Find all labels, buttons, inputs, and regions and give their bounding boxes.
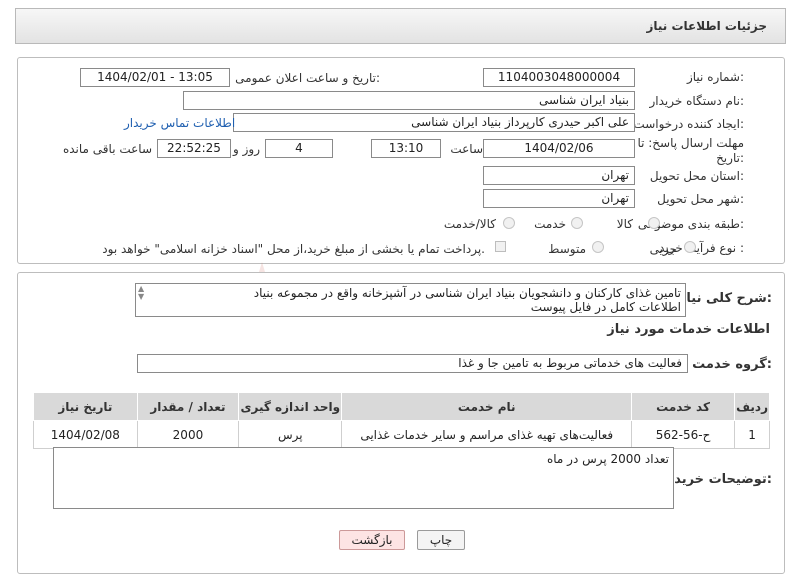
city-field[interactable]: تهران — [483, 189, 635, 208]
back-button[interactable]: بازگشت — [339, 530, 405, 550]
announce-datetime-field[interactable]: 1404/02/01 - 13:05 — [80, 68, 230, 87]
treasury-payment-note: پرداخت تمام یا بخشی از مبلغ خرید،از محل … — [102, 242, 485, 256]
remaining-days-label: روز و — [233, 142, 260, 156]
remaining-time-label: ساعت باقی مانده — [62, 142, 152, 156]
description-line-2: اطلاعات کامل در فایل پیوست — [530, 300, 681, 314]
buyer-org-field[interactable]: بنیاد ایران شناسی — [183, 91, 635, 110]
service-group-field[interactable]: فعالیت های خدماتی مربوط به تامین جا و غذ… — [137, 354, 688, 373]
buyer-notes-text: تعداد 2000 پرس در ماه — [546, 452, 669, 466]
scroll-arrows-icon[interactable]: ▲ ▼ — [138, 285, 144, 301]
purchase-minor-radio[interactable] — [684, 241, 696, 253]
category-service-label: خدمت — [534, 217, 566, 231]
cell-row: 1 — [734, 420, 770, 449]
need-number-label: شماره نیاز: — [686, 70, 744, 84]
need-number-field[interactable]: 1104003048000004 — [483, 68, 635, 87]
service-group-label: گروه خدمت: — [692, 357, 772, 372]
cell-code: ح-56-562 — [630, 420, 736, 449]
city-label: شهر محل تحویل: — [657, 192, 744, 206]
category-goods-service-radio[interactable] — [503, 217, 515, 229]
print-button[interactable]: چاپ — [417, 530, 465, 550]
creator-label: ایجاد کننده درخواست: — [633, 117, 744, 131]
purchase-medium-radio[interactable] — [592, 241, 604, 253]
description-label: شرح کلی نیاز: — [678, 291, 772, 306]
col-date-header: تاریخ نیاز — [33, 392, 138, 421]
description-textarea[interactable]: ▲ ▼ تامین غذای کارکنان و دانشجویان بنیاد … — [135, 283, 686, 317]
services-table: ردیف کد خدمت نام خدمت واحد اندازه گیری ت… — [33, 392, 770, 449]
category-service-radio[interactable] — [571, 217, 583, 229]
deadline-time-label: ساعت — [450, 142, 483, 156]
description-line-1: تامین غذای کارکنان و دانشجویان بنیاد ایر… — [253, 286, 681, 300]
announce-datetime-label: تاریخ و ساعت اعلان عمومی: — [235, 71, 380, 85]
category-goods-service-label: کالا/خدمت — [443, 217, 496, 231]
treasury-payment-checkbox[interactable] — [495, 241, 506, 252]
deadline-time-field[interactable]: 13:10 — [371, 139, 441, 158]
col-name-header: نام خدمت — [341, 392, 632, 421]
table-row[interactable]: 1 ح-56-562 فعالیت‌های تهیه غذای مراسم و … — [33, 420, 770, 449]
col-code-header: کد خدمت — [630, 392, 736, 421]
cell-unit: پرس — [238, 420, 343, 449]
buyer-org-label: نام دستگاه خریدار: — [649, 94, 745, 108]
creator-field[interactable]: علی اکبر حیدری کارپرداز بنیاد ایران شناس… — [233, 113, 635, 132]
page-header: جزئیات اطلاعات نیاز — [15, 8, 786, 44]
col-qty-header: تعداد / مقدار — [136, 392, 240, 421]
deadline-label-line1: مهلت ارسال پاسخ: تا — [637, 136, 744, 150]
services-table-header: ردیف کد خدمت نام خدمت واحد اندازه گیری ت… — [33, 392, 770, 421]
buyer-contact-link[interactable]: اطلاعات تماس خریدار — [124, 116, 235, 130]
category-goods-label: کالا — [616, 217, 633, 231]
buyer-notes-label: توضیحات خریدار: — [662, 472, 772, 487]
cell-date: 1404/02/08 — [33, 420, 138, 449]
province-field[interactable]: تهران — [483, 166, 635, 185]
services-section-title: اطلاعات خدمات مورد نیاز — [607, 322, 770, 337]
remaining-time-field[interactable]: 22:52:25 — [157, 139, 231, 158]
cell-qty: 2000 — [136, 420, 240, 449]
purchase-minor-label: جزیی — [649, 242, 677, 256]
deadline-label: مهلت ارسال پاسخ: تا تاریخ: — [637, 136, 744, 166]
cell-name: فعالیت‌های تهیه غذای مراسم و سایر خدمات … — [341, 420, 632, 449]
province-label: استان محل تحویل: — [649, 169, 744, 183]
col-unit-header: واحد اندازه گیری — [238, 392, 343, 421]
col-row-header: ردیف — [734, 392, 770, 421]
deadline-date-field[interactable]: 1404/02/06 — [483, 139, 635, 158]
category-goods-radio[interactable] — [648, 217, 660, 229]
remaining-days-field[interactable]: 4 — [265, 139, 333, 158]
buyer-notes-textarea[interactable]: تعداد 2000 پرس در ماه — [53, 447, 674, 509]
purchase-medium-label: متوسط — [548, 242, 586, 256]
page-title: جزئیات اطلاعات نیاز — [646, 19, 767, 33]
deadline-label-line2: تاریخ: — [716, 151, 744, 165]
